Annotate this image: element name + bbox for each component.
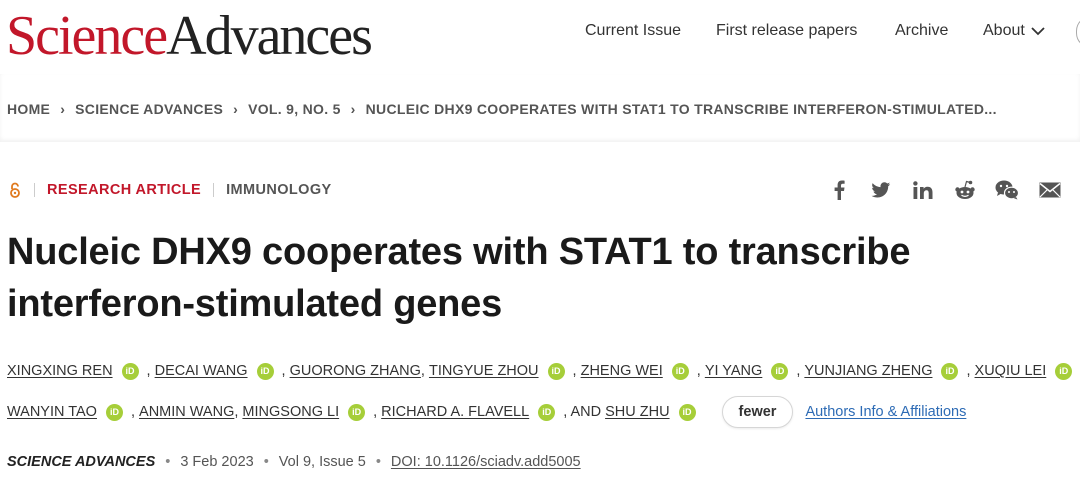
orcid-icon[interactable]: iD <box>348 403 366 421</box>
author-name[interactable]: WANYIN TAO <box>7 402 97 422</box>
author-list-line-2: WANYIN TAO iD, ANMIN WANG, MINGSONG LI iD,… <box>7 396 966 428</box>
author-name[interactable]: MINGSONG LI <box>242 402 339 422</box>
breadcrumb-issue[interactable]: VOL. 9, NO. 5 <box>248 101 341 117</box>
breadcrumb-journal[interactable]: SCIENCE ADVANCES <box>75 101 223 117</box>
author-name[interactable]: XINGXING REN <box>7 361 113 381</box>
publication-meta: SCIENCE ADVANCES • 3 Feb 2023 • Vol 9, I… <box>7 454 581 470</box>
facebook-icon[interactable] <box>827 178 851 202</box>
author-separator: , AND <box>563 404 606 420</box>
author-separator: , <box>373 404 382 420</box>
authors-info-affiliations-link[interactable]: Authors Info & Affiliations <box>805 402 966 422</box>
article-subject[interactable]: IMMUNOLOGY <box>226 182 332 198</box>
wechat-icon[interactable] <box>995 178 1019 202</box>
journal-name[interactable]: SCIENCE ADVANCES <box>7 454 155 470</box>
search-toggle-button[interactable] <box>1076 16 1080 48</box>
author-name[interactable]: TINGYUE ZHOU <box>429 361 539 381</box>
orcid-icon[interactable]: iD <box>1055 362 1073 380</box>
volume-issue[interactable]: Vol 9, Issue 5 <box>279 454 366 470</box>
nav-current-issue[interactable]: Current Issue <box>585 20 681 42</box>
orcid-icon[interactable]: iD <box>671 362 689 380</box>
author-name[interactable]: RICHARD A. FLAVELL <box>381 402 529 422</box>
chevron-right-icon: › <box>60 101 66 117</box>
open-access-lock-icon <box>10 182 20 198</box>
separator-dot: • <box>375 454 381 470</box>
orcid-icon[interactable]: iD <box>547 362 565 380</box>
breadcrumb-home[interactable]: HOME <box>7 101 50 117</box>
breadcrumb-current-article: NUCLEIC DHX9 COOPERATES WITH STAT1 TO TR… <box>365 101 997 117</box>
divider <box>34 183 35 197</box>
site-header: ScienceAdvances Current Issue First rele… <box>0 0 1080 74</box>
author-separator: , <box>966 363 975 379</box>
author-separator: , <box>234 404 243 420</box>
author-name[interactable]: DECAI WANG <box>155 361 248 381</box>
orcid-icon[interactable]: iD <box>121 362 139 380</box>
article-type[interactable]: RESEARCH ARTICLE <box>47 182 201 198</box>
chevron-down-icon <box>1031 27 1045 36</box>
chevron-right-icon: › <box>350 101 356 117</box>
logo-advances: Advances <box>166 5 373 67</box>
author-separator: , <box>796 363 805 379</box>
nav-archive[interactable]: Archive <box>895 20 948 42</box>
author-name[interactable]: YI YANG <box>705 361 762 381</box>
author-name[interactable]: GUORONG ZHANG <box>290 361 421 381</box>
orcid-icon[interactable]: iD <box>105 403 123 421</box>
reddit-icon[interactable] <box>953 178 977 202</box>
orcid-icon[interactable]: iD <box>771 362 789 380</box>
chevron-right-icon: › <box>233 101 239 117</box>
nav-about-label: About <box>983 22 1025 39</box>
logo-science: Science <box>6 5 168 67</box>
orcid-icon[interactable]: iD <box>538 403 556 421</box>
article-type-row: RESEARCH ARTICLE IMMUNOLOGY <box>8 180 332 200</box>
orcid-icon[interactable]: iD <box>678 403 696 421</box>
orcid-icon[interactable]: iD <box>256 362 274 380</box>
author-name[interactable]: ZHENG WEI <box>581 361 663 381</box>
twitter-icon[interactable] <box>869 178 893 202</box>
science-advances-logo[interactable]: ScienceAdvances <box>6 4 373 68</box>
author-separator: , <box>696 363 705 379</box>
author-separator: , <box>281 363 290 379</box>
divider <box>213 183 215 197</box>
author-list-line-1: XINGXING REN iD, DECAI WANG iD, GUORONG ZH… <box>7 361 1080 381</box>
publication-date: 3 Feb 2023 <box>180 454 254 470</box>
breadcrumb: HOME › SCIENCE ADVANCES › VOL. 9, NO. 5 › NUCL… <box>7 100 997 118</box>
nav-about[interactable]: About <box>983 20 1045 42</box>
email-icon[interactable] <box>1038 178 1062 202</box>
fewer-authors-button[interactable]: fewer <box>721 396 794 428</box>
author-separator: , <box>130 404 140 420</box>
author-name[interactable]: ANMIN WANG <box>139 402 234 422</box>
orcid-icon[interactable]: iD <box>941 362 959 380</box>
article-title: Nucleic DHX9 cooperates with STAT1 to tr… <box>7 231 911 325</box>
author-name[interactable]: YUNJIANG ZHENG <box>804 361 932 381</box>
linkedin-icon[interactable] <box>911 178 935 202</box>
separator-dot: • <box>165 454 171 470</box>
nav-first-release-papers[interactable]: First release papers <box>716 20 857 42</box>
author-name[interactable]: SHU ZHU <box>605 402 669 422</box>
author-name[interactable]: XUQIU LEI <box>975 361 1047 381</box>
author-separator: , <box>420 363 429 379</box>
doi-link[interactable]: DOI: 10.1126/sciadv.add5005 <box>391 454 581 470</box>
author-separator: , <box>146 363 155 379</box>
author-separator: , <box>572 363 581 379</box>
separator-dot: • <box>263 454 269 470</box>
